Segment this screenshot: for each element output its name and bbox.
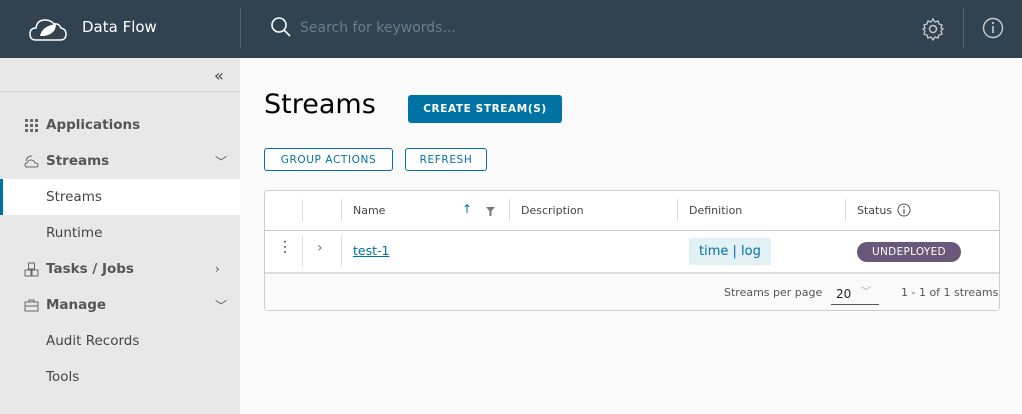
chevron-down-icon: ﹀ <box>215 154 228 169</box>
sidebar-item-label: Runtime <box>46 225 103 241</box>
top-header: Data Flow <box>0 0 1022 58</box>
per-page-label: Streams per page <box>724 286 823 299</box>
column-header-description[interactable]: Description <box>521 191 584 230</box>
per-page-select[interactable]: 20 ﹀ <box>831 281 879 305</box>
chevron-right-icon: › <box>215 262 220 276</box>
info-icon[interactable] <box>982 17 1004 39</box>
settings-icon[interactable] <box>921 17 945 41</box>
info-icon[interactable] <box>897 203 911 217</box>
sidebar-item-applications[interactable]: Applications <box>0 107 240 143</box>
sidebar-item-streams[interactable]: Streams <box>0 179 240 215</box>
sidebar-item-label: Manage <box>46 297 107 313</box>
sidebar-item-runtime[interactable]: Runtime <box>0 215 240 251</box>
search-input[interactable] <box>300 17 700 39</box>
divider <box>0 91 240 92</box>
divider <box>240 8 241 48</box>
expand-row-icon[interactable]: › <box>317 240 323 256</box>
sidebar: « Applications Streams ﹀ Streams Runtime… <box>0 58 240 414</box>
chevron-down-icon: ﹀ <box>861 287 871 298</box>
table-footer: Streams per page 20 ﹀ 1 - 1 of 1 streams <box>265 272 999 310</box>
sidebar-item-label: Streams <box>46 189 102 205</box>
group-actions-button[interactable]: GROUP ACTIONS <box>264 148 393 171</box>
sidebar-item-label: Audit Records <box>46 333 140 349</box>
refresh-button[interactable]: REFRESH <box>405 148 487 171</box>
pagination-range: 1 - 1 of 1 streams <box>901 286 999 299</box>
sidebar-item-audit-records[interactable]: Audit Records <box>0 323 240 359</box>
spring-cloud-logo-icon <box>29 19 67 41</box>
collapse-sidebar-icon[interactable]: « <box>214 66 224 85</box>
status-badge: UNDEPLOYED <box>857 242 961 262</box>
filter-icon[interactable] <box>486 207 495 216</box>
column-header-status[interactable]: Status <box>857 191 892 230</box>
sidebar-group-streams[interactable]: Streams ﹀ <box>0 143 240 179</box>
chevron-down-icon: ﹀ <box>215 298 228 313</box>
sidebar-item-label: Tools <box>46 369 80 385</box>
streams-icon <box>24 155 39 168</box>
column-header-name[interactable]: Name <box>353 191 385 230</box>
divider <box>963 8 964 48</box>
sidebar-item-label: Tasks / Jobs <box>46 261 134 277</box>
stream-definition: time | log <box>689 238 771 265</box>
streams-table: Name ↑ Description Definition Status ⋯ ›… <box>264 190 1000 311</box>
grid-icon <box>25 119 38 132</box>
column-header-definition[interactable]: Definition <box>689 191 742 230</box>
sidebar-group-tasks-jobs[interactable]: Tasks / Jobs › <box>0 251 240 287</box>
tasks-icon <box>24 262 39 277</box>
page-title: Streams <box>264 89 376 120</box>
sidebar-item-label: Streams <box>46 153 110 169</box>
search-icon <box>271 17 291 37</box>
briefcase-icon <box>24 299 39 312</box>
per-page-value: 20 <box>836 287 852 301</box>
row-actions-icon[interactable]: ⋯ <box>276 239 295 255</box>
sidebar-item-label: Applications <box>46 117 141 133</box>
app-title[interactable]: Data Flow <box>82 18 157 36</box>
create-stream-button[interactable]: CREATE STREAM(S) <box>408 95 562 123</box>
sidebar-item-tools[interactable]: Tools <box>0 359 240 395</box>
stream-name-link[interactable]: test-1 <box>353 243 389 258</box>
sort-ascending-icon[interactable]: ↑ <box>462 202 472 216</box>
sidebar-group-manage[interactable]: Manage ﹀ <box>0 287 240 323</box>
